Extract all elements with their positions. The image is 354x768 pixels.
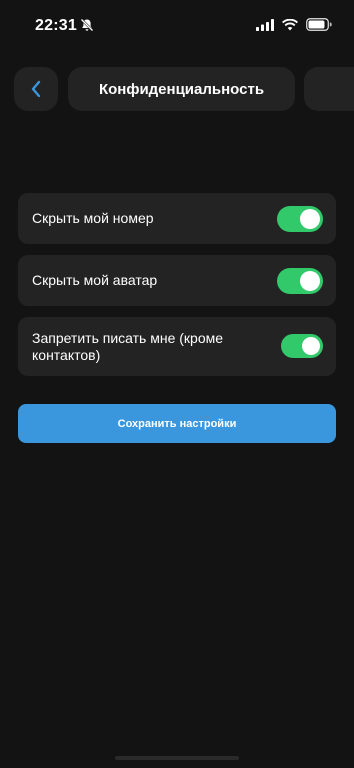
save-settings-button[interactable]: Сохранить настройки bbox=[18, 404, 336, 443]
bell-slash-icon bbox=[80, 18, 94, 32]
battery-icon bbox=[306, 18, 332, 31]
toggle-knob bbox=[302, 337, 320, 355]
setting-label: Запретить писать мне (кроме контактов) bbox=[32, 330, 224, 363]
header: Конфиденциальность bbox=[0, 67, 354, 111]
back-button[interactable] bbox=[14, 67, 58, 111]
hide-avatar-toggle[interactable] bbox=[277, 268, 323, 294]
toggle-knob bbox=[300, 209, 320, 229]
toggle-knob bbox=[300, 271, 320, 291]
header-right-pill bbox=[304, 67, 354, 111]
chevron-left-icon bbox=[31, 80, 41, 98]
setting-label: Скрыть мой номер bbox=[32, 210, 154, 226]
privacy-screen: 22:31 Конфиденциальность Скрыть мой номе… bbox=[0, 0, 354, 768]
restrict-messages-toggle[interactable] bbox=[281, 334, 323, 358]
hide-number-toggle[interactable] bbox=[277, 206, 323, 232]
home-indicator bbox=[115, 756, 239, 760]
signal-icon bbox=[256, 18, 274, 31]
setting-restrict-messages: Запретить писать мне (кроме контактов) bbox=[18, 317, 336, 376]
title-pill: Конфиденциальность bbox=[68, 67, 295, 111]
page-title: Конфиденциальность bbox=[98, 80, 265, 98]
setting-label: Скрыть мой аватар bbox=[32, 272, 158, 288]
status-icons bbox=[256, 18, 332, 31]
status-time: 22:31 bbox=[35, 17, 77, 34]
setting-hide-avatar: Скрыть мой аватар bbox=[18, 255, 336, 306]
status-bar: 22:31 bbox=[0, 0, 354, 52]
setting-hide-number: Скрыть мой номер bbox=[18, 193, 336, 244]
wifi-icon bbox=[282, 18, 298, 30]
